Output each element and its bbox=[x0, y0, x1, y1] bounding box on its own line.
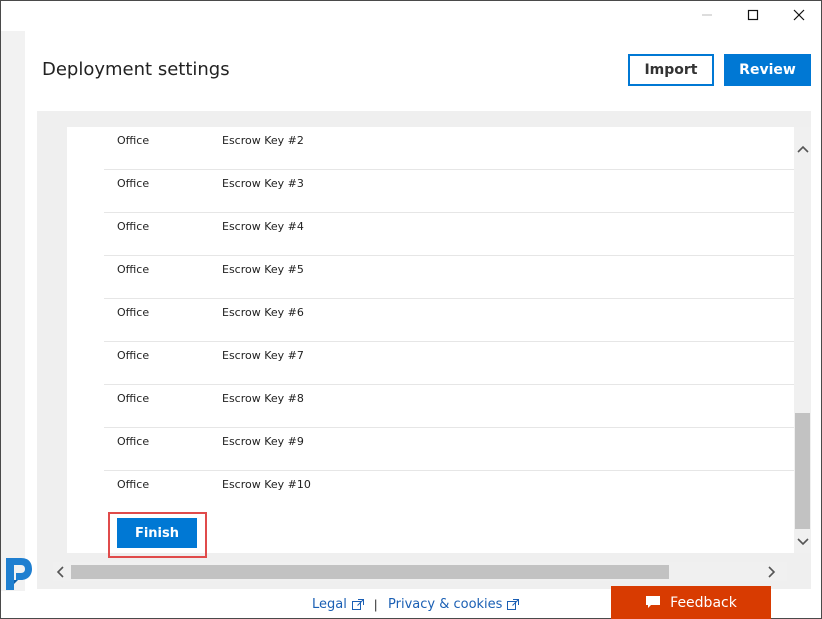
table-row: Office Escrow Key #6 bbox=[104, 299, 794, 342]
table-row: Office Escrow Key #9 bbox=[104, 428, 794, 471]
setting-name-cell: Escrow Key #8 bbox=[222, 392, 304, 405]
setting-name-cell: Escrow Key #7 bbox=[222, 349, 304, 362]
import-button[interactable]: Import bbox=[628, 54, 714, 86]
page-title: Deployment settings bbox=[42, 59, 230, 80]
setting-name-cell: Escrow Key #5 bbox=[222, 263, 304, 276]
table-row: Office Escrow Key #3 bbox=[104, 170, 794, 213]
maximize-button[interactable] bbox=[730, 0, 776, 30]
legal-link[interactable]: Legal bbox=[312, 597, 364, 612]
minimize-button[interactable] bbox=[684, 0, 730, 30]
setting-name-cell: Escrow Key #3 bbox=[222, 177, 304, 190]
scroll-right-button[interactable] bbox=[765, 564, 779, 580]
product-cell: Office bbox=[117, 220, 150, 233]
finish-button[interactable]: Finish bbox=[117, 518, 197, 548]
chat-bubble-icon bbox=[645, 595, 661, 610]
maximize-icon bbox=[747, 9, 759, 21]
chevron-right-icon bbox=[768, 566, 776, 578]
feedback-button[interactable]: Feedback bbox=[611, 586, 771, 619]
setting-name-cell: Escrow Key #4 bbox=[222, 220, 304, 233]
legal-link-label: Legal bbox=[312, 597, 347, 612]
review-button[interactable]: Review bbox=[724, 54, 811, 86]
product-cell: Office bbox=[117, 435, 150, 448]
footer-separator: | bbox=[374, 597, 378, 612]
table-row: Office Escrow Key #7 bbox=[104, 342, 794, 385]
product-cell: Office bbox=[117, 177, 150, 190]
scroll-left-button[interactable] bbox=[53, 564, 67, 580]
feedback-label: Feedback bbox=[670, 594, 737, 611]
chevron-down-icon bbox=[796, 537, 809, 545]
table-row: Office Escrow Key #2 bbox=[104, 127, 794, 170]
privacy-cookies-link[interactable]: Privacy & cookies bbox=[388, 597, 520, 612]
table-row: Office Escrow Key #4 bbox=[104, 213, 794, 256]
privacy-link-label: Privacy & cookies bbox=[388, 597, 503, 612]
scroll-up-button[interactable] bbox=[795, 141, 810, 156]
close-icon bbox=[793, 9, 805, 21]
vertical-scroll-thumb[interactable] bbox=[795, 413, 810, 529]
left-strip bbox=[1, 31, 25, 591]
product-cell: Office bbox=[117, 478, 150, 491]
horizontal-scroll-thumb[interactable] bbox=[71, 565, 669, 579]
product-cell: Office bbox=[117, 306, 150, 319]
close-button[interactable] bbox=[776, 0, 822, 30]
table-row: Office Escrow Key #5 bbox=[104, 256, 794, 299]
product-cell: Office bbox=[117, 134, 150, 147]
logo-icon bbox=[6, 558, 32, 590]
external-link-icon bbox=[351, 599, 364, 610]
chevron-left-icon bbox=[56, 566, 64, 578]
setting-name-cell: Escrow Key #9 bbox=[222, 435, 304, 448]
chevron-up-icon bbox=[796, 145, 809, 153]
product-cell: Office bbox=[117, 392, 150, 405]
scroll-down-button[interactable] bbox=[795, 534, 810, 549]
external-link-icon bbox=[507, 599, 520, 610]
minimize-icon bbox=[702, 14, 712, 16]
product-cell: Office bbox=[117, 349, 150, 362]
table-row: Office Escrow Key #10 bbox=[104, 471, 794, 514]
setting-name-cell: Escrow Key #2 bbox=[222, 134, 304, 147]
table-row: Office Escrow Key #8 bbox=[104, 385, 794, 428]
setting-name-cell: Escrow Key #10 bbox=[222, 478, 311, 491]
setting-name-cell: Escrow Key #6 bbox=[222, 306, 304, 319]
product-cell: Office bbox=[117, 263, 150, 276]
window-controls bbox=[684, 0, 822, 30]
